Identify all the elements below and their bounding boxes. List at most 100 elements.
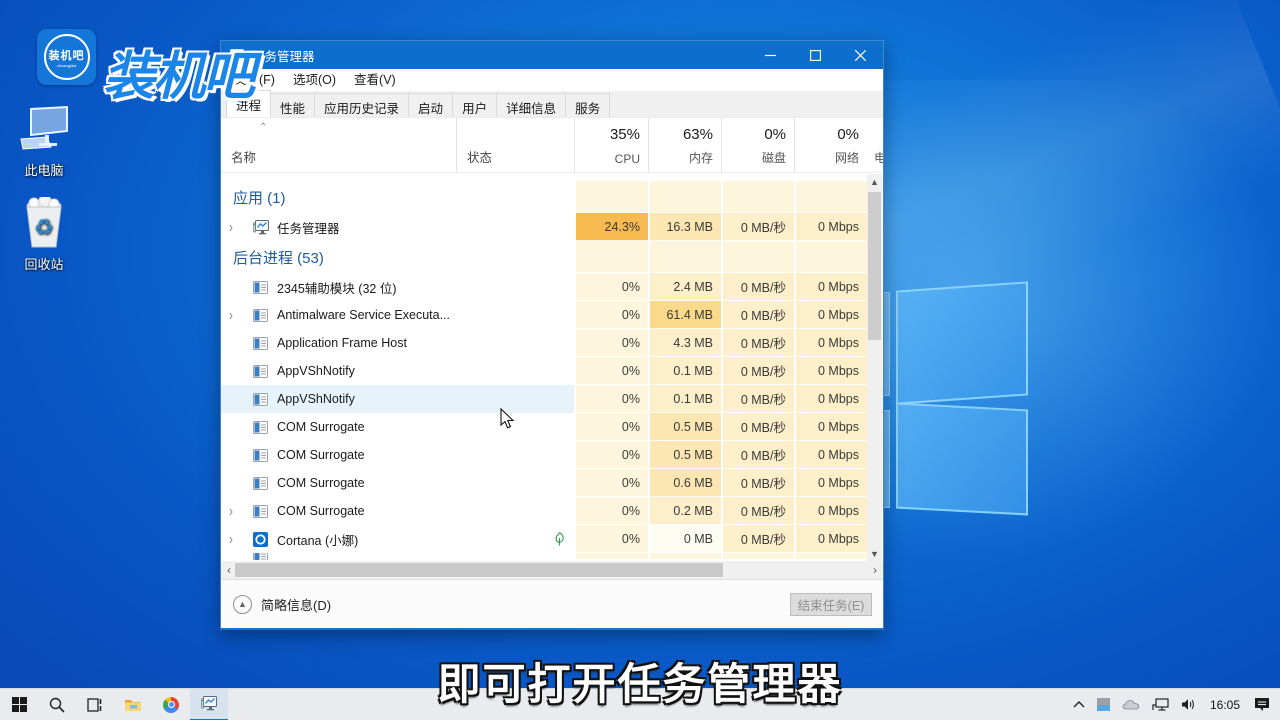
expand-chevron-icon[interactable]: ›: [229, 502, 243, 520]
column-header-network[interactable]: 0% 网络: [794, 118, 867, 172]
net-usage-cell: 0 Mbps: [794, 301, 867, 329]
process-name-cell[interactable]: COM Surrogate: [221, 413, 456, 441]
recycle-bin-icon: ♻: [6, 198, 82, 250]
column-header-power-partial[interactable]: 电: [874, 149, 884, 166]
titlebar[interactable]: 任务管理器: [221, 41, 883, 69]
memory-total-percent: 63%: [683, 126, 713, 143]
cpu-usage-cell: 0%: [574, 357, 648, 385]
group-header-row[interactable]: 后台进程 (53): [221, 241, 883, 273]
column-header-cpu[interactable]: 35% CPU: [574, 118, 648, 172]
process-name-cell[interactable]: ›Antimalware Service Executa...: [221, 301, 456, 329]
process-icon: [253, 281, 269, 294]
desktop-icon-recycle-bin[interactable]: ♻ 回收站: [6, 198, 82, 273]
menu-item[interactable]: 查看(V): [345, 69, 405, 91]
disk-usage-cell: 0 MB/秒: [721, 525, 794, 553]
scroll-down-icon[interactable]: ▼: [867, 546, 882, 562]
disk-usage-cell: 0 MB/秒: [721, 213, 794, 241]
mem-usage-cell: [648, 553, 721, 560]
process-list: 应用 (1)›任务管理器24.3%16.3 MB0 MB/秒0 Mbps后台进程…: [221, 173, 883, 561]
mem-usage-cell: 4.3 MB: [648, 329, 721, 357]
menu-item[interactable]: 选项(O): [284, 69, 345, 91]
process-row[interactable]: ›Antimalware Service Executa...0%61.4 MB…: [221, 301, 883, 329]
column-header-disk[interactable]: 0% 磁盘: [721, 118, 794, 172]
process-name-cell[interactable]: Application Frame Host: [221, 329, 456, 357]
horizontal-scrollbar[interactable]: ‹ ›: [221, 561, 883, 579]
minimize-button[interactable]: [748, 41, 793, 69]
collapse-details-icon[interactable]: ▲: [233, 595, 252, 614]
column-headers: ⌃ 名称 状态 35% CPU 63% 内存 0% 磁盘 0% 网络 电: [221, 118, 883, 173]
vertical-scrollbar[interactable]: ▲ ▼: [867, 174, 882, 562]
cpu-total-percent: 35%: [610, 126, 640, 143]
process-name: COM Surrogate: [277, 420, 365, 434]
process-name-cell[interactable]: › COM Surrogate: [221, 497, 456, 525]
column-header-status[interactable]: 状态: [456, 118, 574, 172]
process-icon: [253, 477, 269, 490]
process-row[interactable]: COM Surrogate0%0.5 MB0 MB/秒0 Mbps: [221, 441, 883, 469]
tab-应用历史记录[interactable]: 应用历史记录: [314, 93, 409, 117]
group-header-label: 应用 (1): [221, 181, 574, 213]
maximize-button[interactable]: [793, 41, 838, 69]
disk-usage-cell: [721, 553, 794, 560]
zhuangjiba-watermark-text: 装机吧: [103, 34, 253, 109]
process-name-cell[interactable]: COM Surrogate: [221, 441, 456, 469]
process-name-cell[interactable]: 2345辅助模块 (32 位): [221, 273, 456, 301]
column-header-name[interactable]: ⌃ 名称: [221, 118, 456, 172]
process-name-cell[interactable]: COM Surrogate: [221, 469, 456, 497]
group-header-row[interactable]: 应用 (1): [221, 181, 883, 213]
windows-logo-pane: [896, 281, 1028, 404]
scroll-right-icon[interactable]: ›: [867, 563, 883, 577]
process-row[interactable]: ›COM Surrogate0%0.2 MB0 MB/秒0 Mbps: [221, 497, 883, 525]
net-usage-cell: 0 Mbps: [794, 213, 867, 241]
details-toggle-label[interactable]: 简略信息(D): [261, 595, 331, 614]
net-usage-cell: 0 Mbps: [794, 329, 867, 357]
process-row[interactable]: Application Frame Host0%4.3 MB0 MB/秒0 Mb…: [221, 329, 883, 357]
disk-usage-cell: 0 MB/秒: [721, 301, 794, 329]
scroll-up-icon[interactable]: ▲: [867, 174, 882, 190]
tab-详细信息[interactable]: 详细信息: [496, 93, 566, 117]
process-row[interactable]: 2345辅助模块 (32 位)0%2.4 MB0 MB/秒0 Mbps: [221, 273, 883, 301]
process-row[interactable]: AppVShNotify0%0.1 MB0 MB/秒0 Mbps: [221, 357, 883, 385]
process-name-cell[interactable]: AppVShNotify: [221, 385, 456, 413]
tab-用户[interactable]: 用户: [452, 93, 497, 117]
process-row[interactable]: ›任务管理器24.3%16.3 MB0 MB/秒0 Mbps: [221, 213, 883, 241]
net-usage-cell: [794, 181, 867, 213]
close-button[interactable]: [838, 41, 883, 69]
vertical-scrollbar-thumb[interactable]: [868, 192, 881, 340]
tab-启动[interactable]: 启动: [408, 93, 453, 117]
process-icon: [253, 421, 269, 434]
process-name-cell[interactable]: AppVShNotify: [221, 357, 456, 385]
process-icon: [253, 393, 269, 406]
expand-chevron-icon[interactable]: ›: [229, 218, 243, 236]
tab-bar: 进程性能应用历史记录启动用户详细信息服务: [221, 91, 883, 118]
process-name: COM Surrogate: [277, 504, 365, 518]
column-header-memory[interactable]: 63% 内存: [648, 118, 721, 172]
expand-chevron-icon[interactable]: ›: [229, 306, 243, 324]
end-task-button[interactable]: 结束任务(E): [790, 593, 872, 616]
task-manager-window: 任务管理器 文件(F)选项(O)查看(V) 进程性能应用历史记录启动用户详细信息…: [220, 40, 884, 630]
process-row[interactable]: ›Cortana (小娜)0%0 MB0 MB/秒0 Mbps: [221, 525, 883, 553]
disk-usage-cell: [721, 181, 794, 213]
process-status-cell: [456, 441, 574, 469]
expand-chevron-icon[interactable]: ›: [229, 530, 243, 548]
process-row[interactable]: COM Surrogate0%0.5 MB0 MB/秒0 Mbps: [221, 413, 883, 441]
process-icon: [253, 309, 269, 322]
badge-subtext: zhuangjiba: [57, 63, 76, 68]
cpu-usage-cell: 0%: [574, 329, 648, 357]
process-status-cell: [456, 469, 574, 497]
badge-text: 装机吧: [49, 47, 85, 63]
desktop-icon-this-pc[interactable]: 此电脑: [6, 104, 82, 179]
process-name-cell[interactable]: ›任务管理器: [221, 213, 456, 241]
disk-usage-cell: 0 MB/秒: [721, 357, 794, 385]
process-row[interactable]: AppVShNotify0%0.1 MB0 MB/秒0 Mbps: [221, 385, 883, 413]
mem-usage-cell: 0.1 MB: [648, 385, 721, 413]
horizontal-scrollbar-thumb[interactable]: [235, 563, 723, 577]
process-row[interactable]: COM Surrogate0%0.6 MB0 MB/秒0 Mbps: [221, 469, 883, 497]
mem-usage-cell: 16.3 MB: [648, 213, 721, 241]
desktop-icon-label: 此电脑: [6, 160, 82, 179]
net-usage-cell: 0 Mbps: [794, 525, 867, 553]
tab-性能[interactable]: 性能: [270, 93, 315, 117]
net-usage-cell: 0 Mbps: [794, 441, 867, 469]
tab-服务[interactable]: 服务: [565, 93, 610, 117]
cpu-usage-cell: 0%: [574, 525, 648, 553]
process-name-cell[interactable]: ›Cortana (小娜): [221, 525, 456, 553]
